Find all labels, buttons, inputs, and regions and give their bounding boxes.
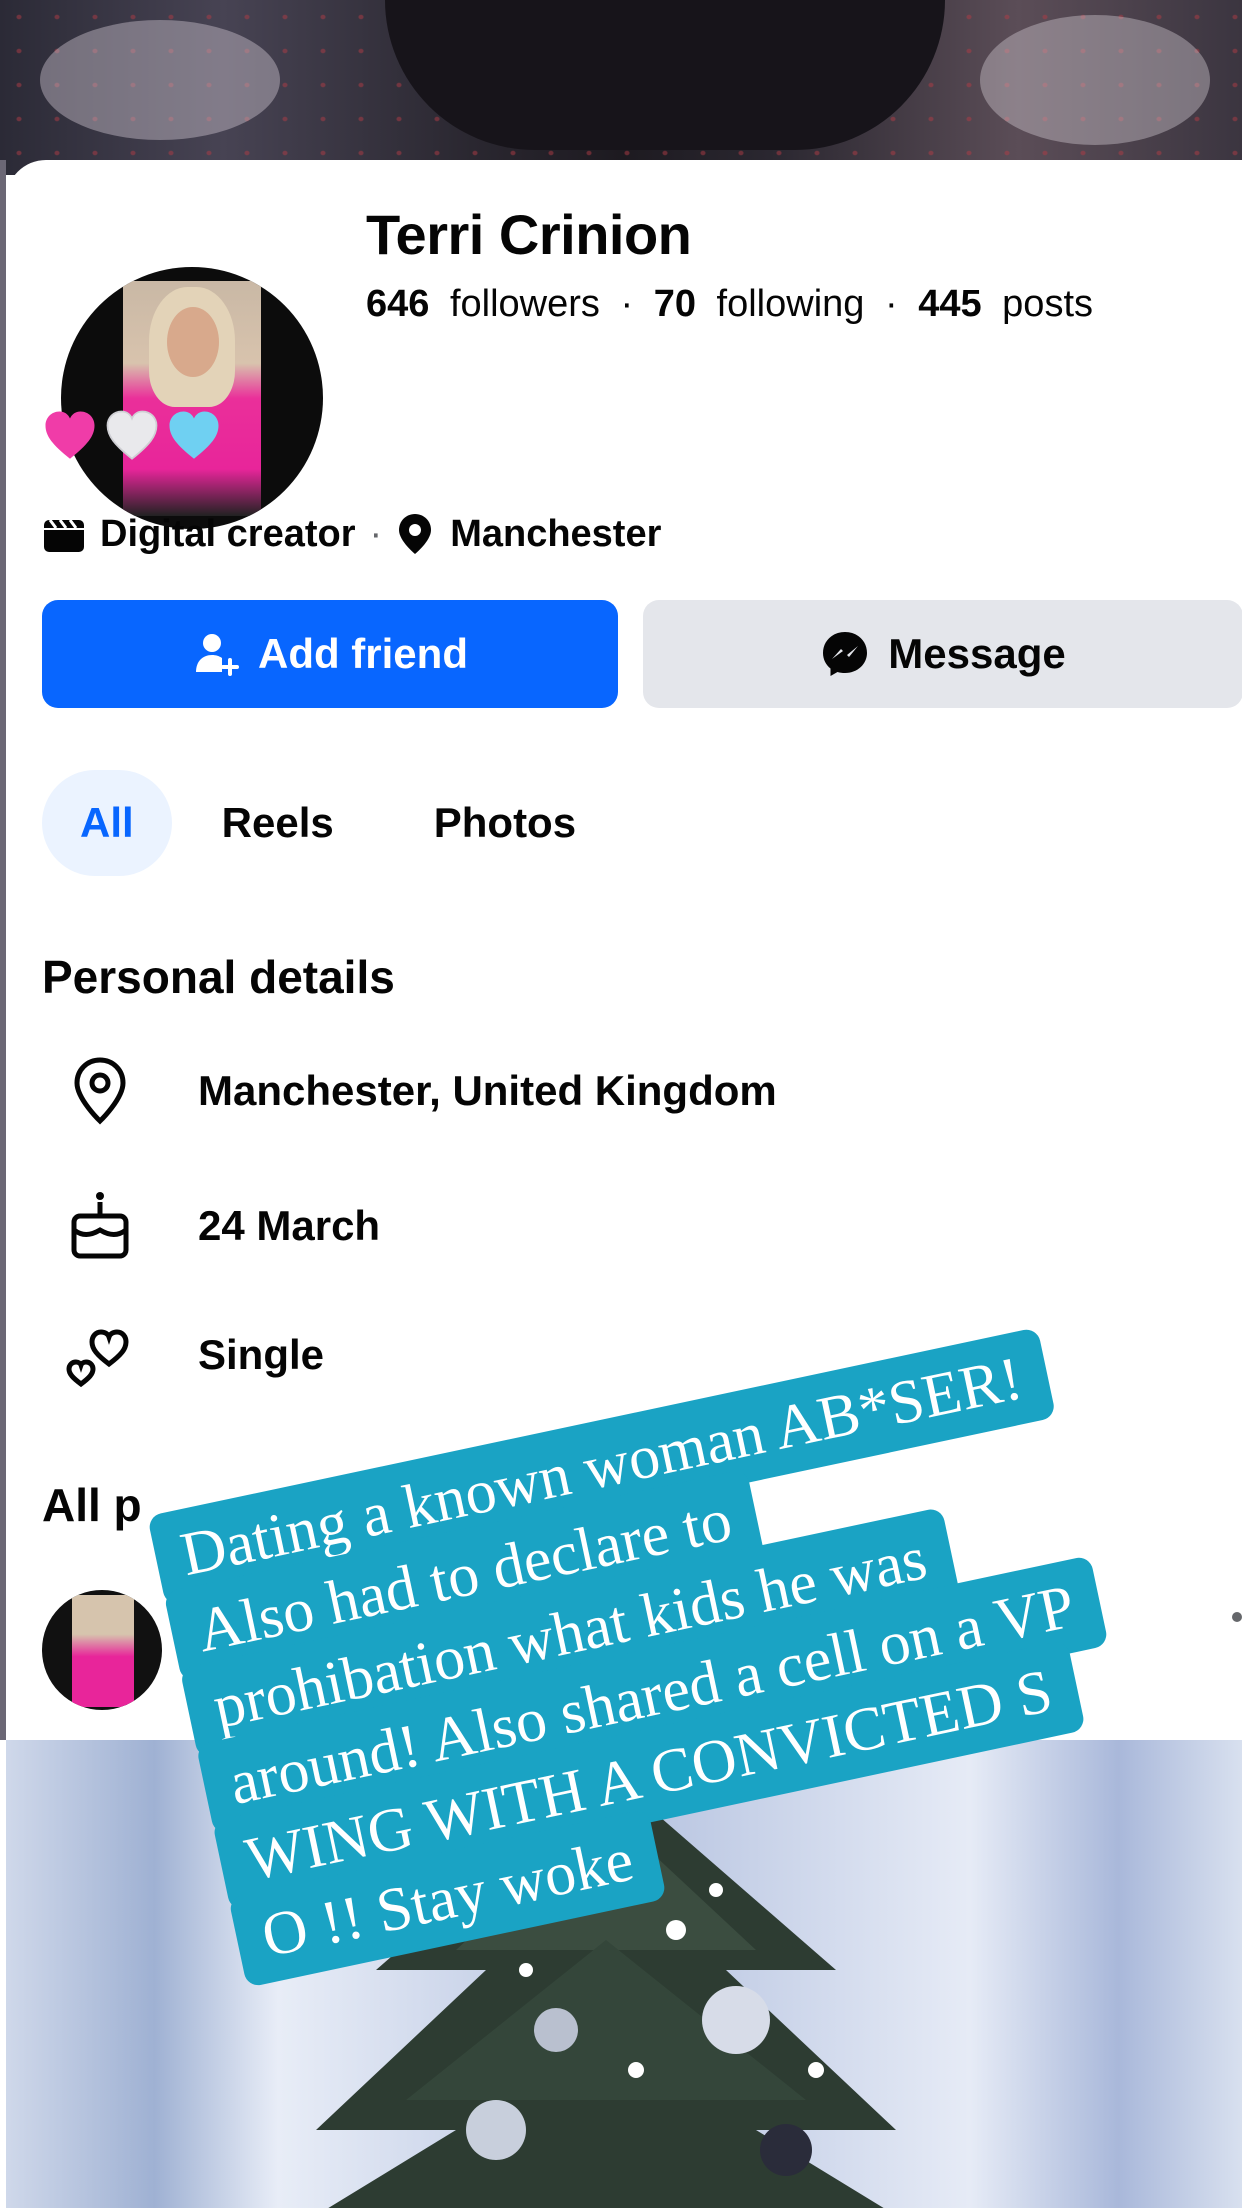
posts-count[interactable]: 445 [918, 283, 981, 325]
tab-photos[interactable]: Photos [384, 770, 626, 876]
stats-separator: · [620, 283, 634, 325]
add-person-icon [196, 634, 239, 676]
clapperboard-icon [44, 519, 84, 552]
following-label[interactable]: following [717, 283, 865, 325]
location-marker-icon [399, 514, 432, 554]
hearts-icon [60, 1322, 140, 1388]
detail-birthday-text: 24 March [198, 1202, 381, 1249]
post-author-avatar[interactable] [42, 1590, 162, 1710]
cover-photo[interactable] [0, 0, 1242, 175]
profile-stats: 646 followers · 70 following · 445 posts [366, 283, 1103, 326]
detail-birthday[interactable]: 24 March [60, 1190, 380, 1262]
pink-heart-icon [45, 411, 95, 459]
post-avatar-photo [72, 1595, 134, 1707]
detail-relationship-text: Single [198, 1331, 325, 1378]
followers-label[interactable]: followers [450, 283, 600, 325]
location-pin-icon [60, 1056, 140, 1126]
stats-separator: · [884, 283, 898, 325]
location-label[interactable]: Manchester [450, 513, 661, 556]
white-heart-icon [106, 410, 158, 460]
message-button[interactable]: Message [643, 600, 1242, 708]
meta-separator: · [369, 512, 383, 555]
profile-tabs: All Reels Photos [42, 770, 626, 876]
following-count[interactable]: 70 [654, 283, 696, 325]
avatar-face [166, 306, 219, 377]
add-friend-label: Add friend [258, 630, 468, 677]
profile-meta: Digital creator · Manchester [42, 512, 661, 556]
category-label[interactable]: Digital creator [100, 513, 356, 556]
cover-shape [40, 20, 280, 140]
cover-shape [385, 0, 945, 150]
tab-all[interactable]: All [42, 770, 172, 876]
avatar-image [60, 266, 323, 529]
message-label: Message [888, 630, 1066, 677]
light-blue-heart-icon [169, 411, 219, 459]
profile-name: Terri Crinion [366, 203, 692, 266]
bio-emojis [42, 408, 222, 464]
profile-avatar[interactable] [54, 260, 329, 535]
detail-location[interactable]: Manchester, United Kingdom [60, 1056, 777, 1126]
posts-label[interactable]: posts [1002, 283, 1093, 325]
personal-details-title: Personal details [42, 951, 395, 1003]
detail-relationship[interactable]: Single [60, 1322, 324, 1388]
messenger-icon [823, 632, 868, 676]
all-posts-title: All p [42, 1479, 142, 1531]
add-friend-button[interactable]: Add friend [42, 600, 618, 708]
post-options-icon[interactable] [1232, 1612, 1242, 1622]
birthday-cake-icon [60, 1190, 140, 1262]
cover-shape [980, 15, 1210, 145]
detail-location-text: Manchester, United Kingdom [198, 1067, 777, 1114]
tab-reels[interactable]: Reels [172, 770, 384, 876]
followers-count[interactable]: 646 [366, 283, 429, 325]
